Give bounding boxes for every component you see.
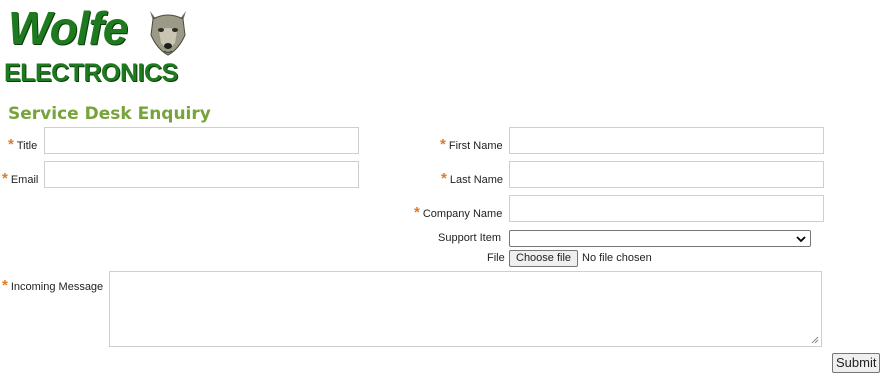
first-name-label: * First Name bbox=[440, 136, 503, 153]
required-marker: * bbox=[2, 277, 8, 294]
incoming-message-label-text: Incoming Message bbox=[10, 281, 104, 293]
first-name-label-text: First Name bbox=[448, 140, 503, 152]
incoming-message-label: * Incoming Message bbox=[2, 277, 103, 294]
title-label: * Title bbox=[8, 136, 37, 153]
company-name-input[interactable] bbox=[509, 195, 824, 222]
required-marker: * bbox=[2, 170, 8, 187]
file-status-text: No file chosen bbox=[582, 252, 652, 264]
last-name-label-text: Last Name bbox=[449, 174, 504, 186]
resize-grip-icon[interactable] bbox=[811, 336, 819, 344]
choose-file-button[interactable]: Choose file bbox=[509, 250, 579, 267]
required-marker: * bbox=[8, 136, 14, 153]
company-name-label-text: Company Name bbox=[422, 208, 503, 220]
company-name-label: * Company Name bbox=[414, 204, 502, 221]
incoming-message-textarea[interactable] bbox=[109, 271, 822, 347]
required-marker: * bbox=[414, 204, 420, 221]
first-name-input[interactable] bbox=[509, 127, 824, 154]
last-name-input[interactable] bbox=[509, 161, 824, 188]
submit-button[interactable]: Submit bbox=[832, 353, 881, 373]
email-label: * Email bbox=[2, 170, 38, 187]
email-input[interactable] bbox=[44, 161, 359, 188]
file-label: File bbox=[487, 252, 505, 264]
title-input[interactable] bbox=[44, 127, 359, 154]
support-item-label: Support Item bbox=[438, 232, 501, 244]
title-label-text: Title bbox=[16, 140, 38, 152]
logo-electronics-text: ELECTRONICS bbox=[4, 59, 178, 87]
logo-wolfe-text: Wolfe bbox=[8, 2, 128, 54]
form-heading: Service Desk Enquiry bbox=[8, 104, 211, 124]
wolf-logo-icon bbox=[150, 11, 186, 56]
last-name-label: * Last Name bbox=[441, 170, 503, 187]
chevron-down-icon bbox=[796, 236, 806, 243]
support-item-select[interactable] bbox=[509, 230, 811, 247]
email-label-text: Email bbox=[10, 174, 39, 186]
required-marker: * bbox=[441, 170, 447, 187]
required-marker: * bbox=[440, 136, 446, 153]
